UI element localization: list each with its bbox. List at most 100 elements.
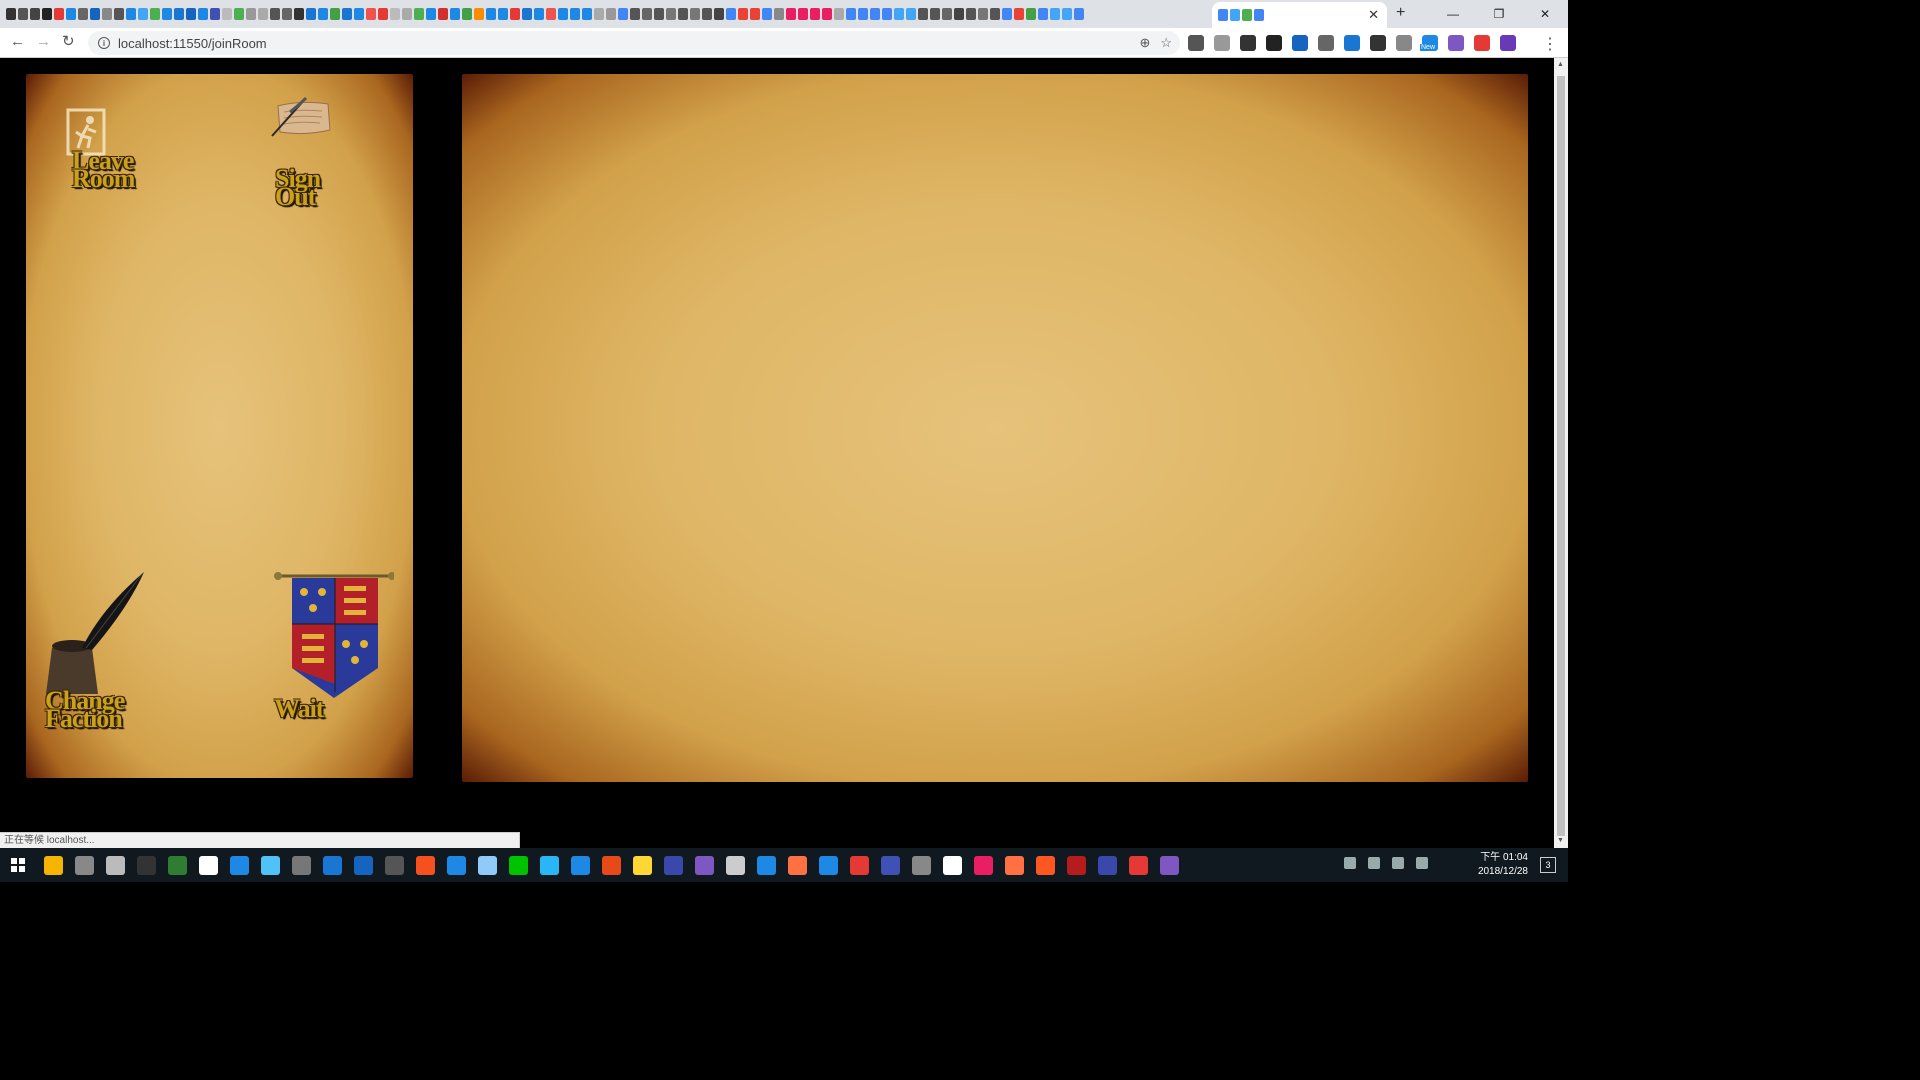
tab-favicon-icon[interactable] [282, 8, 292, 20]
url-text[interactable]: localhost:11550/joinRoom [118, 36, 267, 51]
browser-menu-icon[interactable]: ⋮ [1542, 34, 1558, 54]
system-tray[interactable] [1344, 857, 1428, 869]
tab-favicon-icon[interactable] [942, 8, 952, 20]
tab-favicon-icon[interactable] [1074, 8, 1084, 20]
taskbar-app-icon[interactable] [354, 855, 373, 875]
taskbar-app-icon[interactable] [540, 855, 559, 875]
taskbar-app-icon[interactable] [168, 855, 187, 875]
tab-favicon-icon[interactable] [762, 8, 772, 20]
tab-favicon-icon[interactable] [426, 8, 436, 20]
tab-favicon-icon[interactable] [654, 8, 664, 20]
tab-favicon-icon[interactable] [30, 8, 40, 20]
tab-favicon-icon[interactable] [66, 8, 76, 20]
taskbar-app-icon[interactable] [1067, 855, 1086, 875]
taskbar-app-icon[interactable] [261, 855, 280, 875]
tab-favicon-icon[interactable] [546, 8, 556, 20]
taskbar-app-icon[interactable] [478, 855, 497, 875]
extension-icon[interactable] [1448, 35, 1464, 51]
tab-favicon-icon[interactable] [798, 8, 808, 20]
extension-icon[interactable] [1370, 35, 1386, 51]
tab-favicon-icon[interactable] [882, 8, 892, 20]
forward-arrow-icon[interactable]: → [36, 34, 51, 50]
tab-favicon-icon[interactable] [522, 8, 532, 20]
tab-favicon-icon[interactable] [714, 8, 724, 20]
taskbar-app-icon[interactable] [1160, 855, 1179, 875]
tab-favicon-icon[interactable] [414, 8, 424, 20]
tab-favicon-icon[interactable] [150, 8, 160, 20]
tab-favicon-icon[interactable] [342, 8, 352, 20]
extension-icon[interactable] [1266, 35, 1282, 51]
tab-favicon-icon[interactable] [858, 8, 868, 20]
tab-favicon-icon[interactable] [1230, 9, 1240, 21]
tab-favicon-icon[interactable] [918, 8, 928, 20]
back-arrow-icon[interactable]: ← [10, 34, 25, 50]
tab-favicon-icon[interactable] [42, 8, 52, 20]
tab-favicon-icon[interactable] [534, 8, 544, 20]
extension-icon[interactable]: New [1420, 35, 1438, 51]
tray-icon[interactable] [1392, 857, 1404, 869]
tray-icon[interactable] [1344, 857, 1356, 869]
tab-favicon-icon[interactable] [1002, 8, 1012, 20]
tab-favicon-icon[interactable] [498, 8, 508, 20]
tab-favicon-icon[interactable] [366, 8, 376, 20]
tab-favicon-icon[interactable] [894, 8, 904, 20]
tab-favicon-icon[interactable] [1254, 9, 1264, 21]
taskbar-app-icon[interactable] [137, 855, 156, 875]
tab-favicon-icon[interactable] [270, 8, 280, 20]
tab-favicon-icon[interactable] [474, 8, 484, 20]
tab-favicon-icon[interactable] [1014, 8, 1024, 20]
tab-favicon-icon[interactable] [558, 8, 568, 20]
tab-favicon-icon[interactable] [738, 8, 748, 20]
start-button[interactable] [0, 848, 36, 882]
tray-icon[interactable] [1368, 857, 1380, 869]
tab-favicon-icon[interactable] [402, 8, 412, 20]
tab-favicon-icon[interactable] [870, 8, 880, 20]
page-scrollbar[interactable]: ▲ ▼ [1554, 58, 1568, 848]
scrollbar-thumb[interactable] [1557, 76, 1565, 836]
tab-favicon-icon[interactable] [318, 8, 328, 20]
tab-favicon-icon[interactable] [606, 8, 616, 20]
taskbar-app-icon[interactable] [881, 855, 900, 875]
tab-favicon-icon[interactable] [678, 8, 688, 20]
tab-favicon-icon[interactable] [78, 8, 88, 20]
tab-favicon-icon[interactable] [390, 8, 400, 20]
taskbar-app-icon[interactable] [75, 855, 94, 875]
tab-favicon-icon[interactable] [378, 8, 388, 20]
tab-favicon-icon[interactable] [6, 8, 16, 20]
tab-favicon-icon[interactable] [1218, 9, 1228, 21]
taskbar-app-icon[interactable] [726, 855, 745, 875]
tab-favicon-icon[interactable] [906, 8, 916, 20]
taskbar-app-icon[interactable] [633, 855, 652, 875]
bookmark-star-icon[interactable]: ☆ [1160, 35, 1172, 51]
extension-icon[interactable] [1318, 35, 1334, 51]
taskbar-app-icon[interactable] [571, 855, 590, 875]
scroll-down-icon[interactable]: ▼ [1557, 837, 1564, 844]
leave-room-button[interactable]: Leave Room [66, 108, 156, 198]
taskbar-app-icon[interactable] [385, 855, 404, 875]
tab-favicon-icon[interactable] [1026, 8, 1036, 20]
tab-favicon-icon[interactable] [954, 8, 964, 20]
taskbar-app-icon[interactable] [1129, 855, 1148, 875]
active-tab[interactable]: ✕ [1212, 2, 1387, 28]
close-window-button[interactable]: ✕ [1522, 0, 1568, 28]
tab-favicon-icon[interactable] [306, 8, 316, 20]
tab-favicon-icon[interactable] [846, 8, 856, 20]
tab-favicon-icon[interactable] [138, 8, 148, 20]
tab-favicon-icon[interactable] [210, 8, 220, 20]
tray-icon[interactable] [1416, 857, 1428, 869]
tab-favicon-icon[interactable] [582, 8, 592, 20]
tab-favicon-icon[interactable] [1242, 9, 1252, 21]
extension-icon[interactable] [1344, 35, 1360, 51]
tab-favicon-icon[interactable] [1050, 8, 1060, 20]
taskbar-app-icon[interactable] [199, 855, 218, 875]
tab-favicon-icon[interactable] [330, 8, 340, 20]
taskbar-app-icon[interactable] [1098, 855, 1117, 875]
taskbar-app-icon[interactable] [323, 855, 342, 875]
tab-favicon-icon[interactable] [222, 8, 232, 20]
address-bar[interactable]: i localhost:11550/joinRoom ⊕ ☆ [88, 31, 1180, 55]
tab-favicon-icon[interactable] [630, 8, 640, 20]
tab-favicon-icon[interactable] [774, 8, 784, 20]
tab-favicon-icon[interactable] [450, 8, 460, 20]
tab-favicon-icon[interactable] [702, 8, 712, 20]
sign-out-button[interactable]: Sign Out [270, 96, 360, 210]
